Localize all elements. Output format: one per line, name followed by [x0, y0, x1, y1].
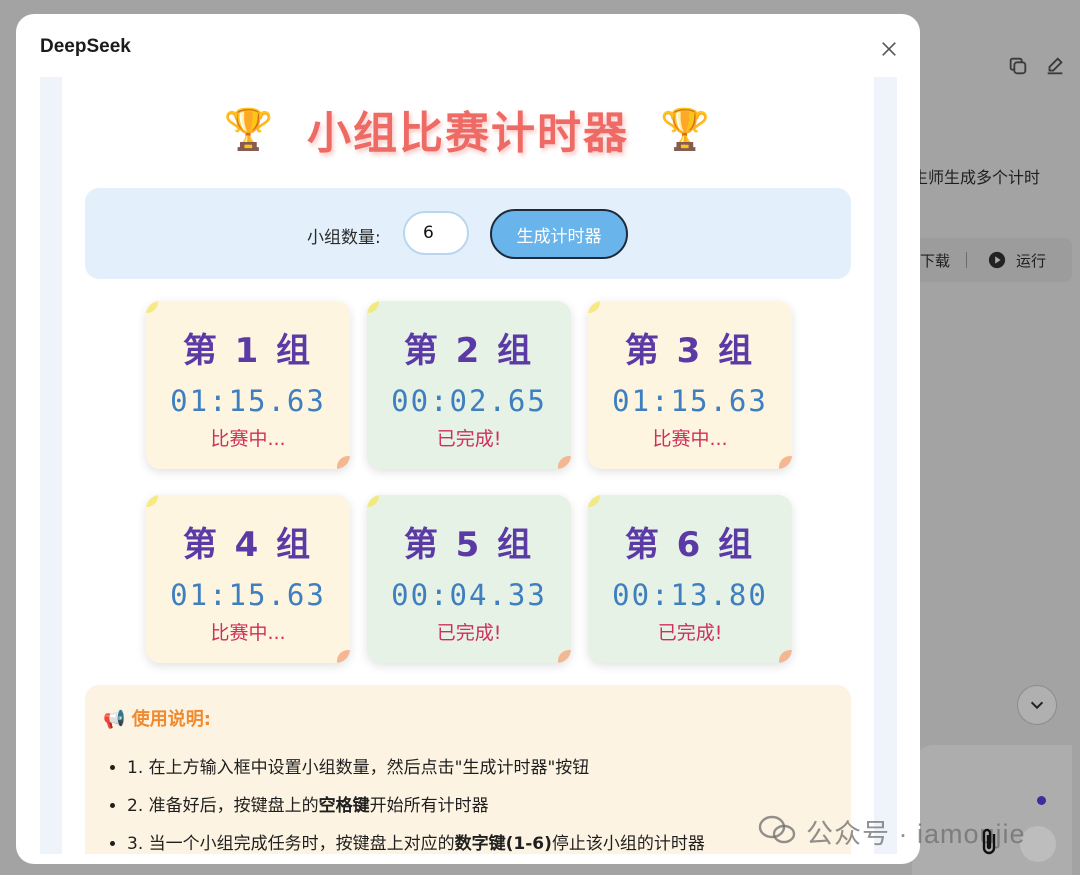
timer-status: 已完成!: [657, 622, 723, 644]
timer-display: 01:15.63: [170, 384, 326, 418]
timer-app: 🏆 小组比赛计时器 🏆 小组数量: 生成计时器 第 1 组 01:15.63 比…: [62, 77, 874, 854]
timer-card-6[interactable]: 第 6 组 00:13.80 已完成!: [588, 495, 792, 663]
instruction-item: 1. 在上方输入框中设置小组数量，然后点击"生成计时器"按钮: [127, 753, 705, 778]
group-count-label: 小组数量:: [307, 228, 381, 248]
card-decoration: [588, 495, 600, 507]
card-decoration: [146, 495, 158, 507]
card-decoration: [367, 301, 379, 313]
edit-icon[interactable]: [1044, 55, 1066, 77]
copy-icon[interactable]: [1007, 55, 1029, 77]
group-name: 第 6 组: [624, 525, 756, 565]
group-name: 第 3 组: [624, 331, 756, 371]
card-decoration: [779, 650, 792, 663]
instructions-title-text: 使用说明:: [131, 709, 211, 730]
card-decoration: [337, 456, 350, 469]
instruction-text: 停止该小组的计时器: [551, 834, 705, 854]
preview-frame: 🏆 小组比赛计时器 🏆 小组数量: 生成计时器 第 1 组 01:15.63 比…: [40, 77, 897, 854]
instructions-title: 📢 使用说明:: [103, 705, 211, 731]
timer-card-2[interactable]: 第 2 组 00:02.65 已完成!: [367, 301, 571, 469]
instruction-text: 1. 在上方输入框中设置小组数量，然后点击"生成计时器"按钮: [127, 758, 590, 778]
timer-card-5[interactable]: 第 5 组 00:04.33 已完成!: [367, 495, 571, 663]
timer-status: 比赛中...: [210, 622, 286, 644]
card-decoration: [779, 456, 792, 469]
timer-display: 01:15.63: [170, 578, 326, 612]
timer-display: 00:02.65: [391, 384, 547, 418]
timer-status: 已完成!: [436, 622, 502, 644]
wechat-icon: [758, 815, 796, 844]
instruction-key: 空格键: [318, 796, 370, 816]
generate-timers-button[interactable]: 生成计时器: [490, 209, 628, 259]
timer-card-3[interactable]: 第 3 组 01:15.63 比赛中...: [588, 301, 792, 469]
timer-display: 01:15.63: [612, 384, 768, 418]
group-name: 第 2 组: [403, 331, 535, 371]
trophy-icon: 🏆: [223, 106, 276, 153]
timer-display: 00:13.80: [612, 578, 768, 612]
card-decoration: [337, 650, 350, 663]
background-message-text: 生师生成多个计时: [912, 168, 1041, 187]
toolbar-divider: [966, 252, 967, 268]
card-decoration: [146, 301, 158, 313]
controls-panel: 小组数量: 生成计时器: [85, 188, 851, 279]
group-name: 第 4 组: [182, 525, 314, 565]
instruction-text: 3. 当一个小组完成任务时，按键盘上对应的: [127, 834, 455, 854]
group-name: 第 1 组: [182, 331, 314, 371]
instruction-text: 2. 准备好后，按键盘上的: [127, 796, 319, 816]
instructions-list: 1. 在上方输入框中设置小组数量，然后点击"生成计时器"按钮 2. 准备好后，按…: [105, 753, 705, 854]
instruction-item: 2. 准备好后，按键盘上的空格键开始所有计时器: [127, 791, 705, 816]
play-icon[interactable]: [988, 251, 1006, 269]
card-decoration: [558, 456, 571, 469]
download-button[interactable]: 下载: [920, 250, 950, 271]
card-decoration: [588, 301, 600, 313]
chevron-down-icon: [1030, 701, 1044, 710]
instruction-text: 开始所有计时器: [369, 796, 489, 816]
preview-modal: DeepSeek 🏆 小组比赛计时器 🏆 小组数量: 生成计时器 第 1 组 0…: [16, 14, 920, 864]
instruction-item: 3. 当一个小组完成任务时，按键盘上对应的数字键(1-6)停止该小组的计时器: [127, 829, 705, 854]
group-name: 第 5 组: [403, 525, 535, 565]
timer-card-1[interactable]: 第 1 组 01:15.63 比赛中...: [146, 301, 350, 469]
app-title-text: 小组比赛计时器: [307, 108, 629, 159]
timer-status: 比赛中...: [652, 428, 728, 450]
timer-card-4[interactable]: 第 4 组 01:15.63 比赛中...: [146, 495, 350, 663]
instruction-key: 数字键(1-6): [454, 834, 552, 854]
megaphone-icon: 📢: [103, 709, 126, 730]
timer-status: 已完成!: [436, 428, 502, 450]
card-decoration: [558, 650, 571, 663]
scroll-down-button[interactable]: [1017, 685, 1057, 725]
run-button[interactable]: 运行: [1016, 250, 1046, 271]
app-title: 🏆 小组比赛计时器 🏆: [62, 97, 874, 161]
close-icon[interactable]: [880, 40, 898, 58]
timer-display: 00:04.33: [391, 578, 547, 612]
paperclip-icon[interactable]: [978, 826, 1002, 858]
code-toolbar: 下载 运行: [912, 238, 1072, 282]
timer-status: 比赛中...: [210, 428, 286, 450]
group-count-input[interactable]: [403, 211, 469, 255]
instructions-panel: 📢 使用说明: 1. 在上方输入框中设置小组数量，然后点击"生成计时器"按钮 2…: [85, 685, 851, 854]
status-dot: [1037, 796, 1046, 805]
card-decoration: [367, 495, 379, 507]
timer-grid: 第 1 组 01:15.63 比赛中... 第 2 组 00:02.65 已完成…: [146, 301, 792, 663]
trophy-icon: 🏆: [660, 106, 713, 153]
modal-title: DeepSeek: [40, 36, 131, 57]
